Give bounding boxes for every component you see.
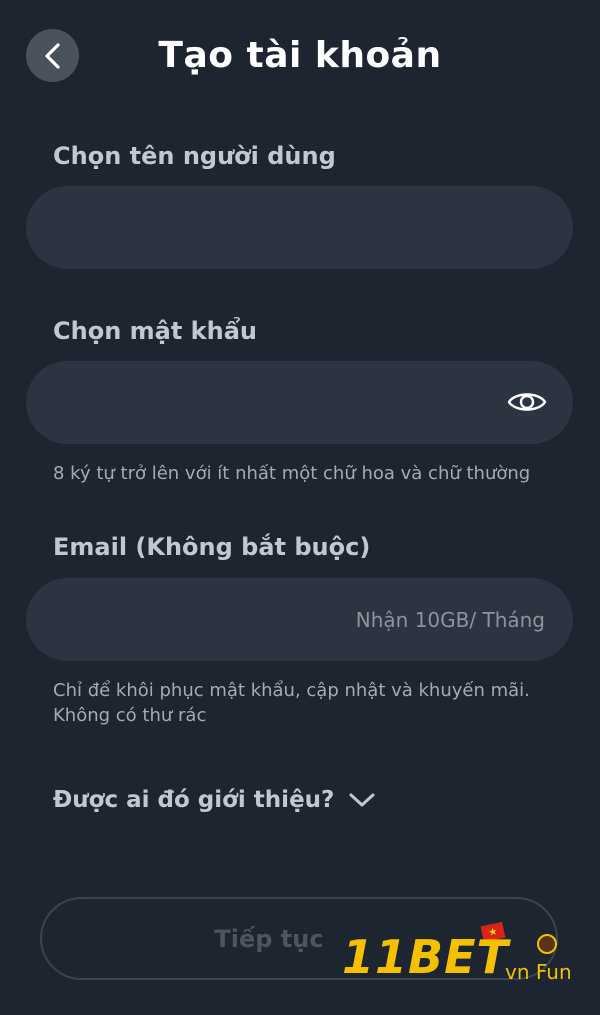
username-field-container xyxy=(26,186,573,269)
referral-toggle[interactable]: Được ai đó giới thiệu? xyxy=(53,784,376,816)
email-hint-line-1: Chỉ để khôi phục mật khẩu, cập nhật và k… xyxy=(53,680,530,701)
username-label: Chọn tên người dùng xyxy=(53,142,336,170)
page-title: Tạo tài khoản xyxy=(158,35,442,76)
email-input[interactable] xyxy=(26,578,573,661)
email-hint-line-2: Không có thư rác xyxy=(53,705,207,726)
continue-label: Tiếp tục xyxy=(214,924,324,953)
eye-icon[interactable] xyxy=(507,388,547,416)
referral-label: Được ai đó giới thiệu? xyxy=(53,787,335,813)
continue-button[interactable]: Tiếp tục xyxy=(40,897,558,980)
password-input[interactable] xyxy=(26,361,573,444)
password-field-container xyxy=(26,361,573,444)
password-label: Chọn mật khẩu xyxy=(53,317,257,345)
email-field-container xyxy=(26,578,573,661)
username-input[interactable] xyxy=(26,186,573,269)
email-label: Email (Không bắt buộc) xyxy=(53,533,371,561)
password-hint: 8 ký tự trở lên với ít nhất một chữ hoa … xyxy=(53,463,531,484)
chevron-down-icon xyxy=(349,793,375,807)
